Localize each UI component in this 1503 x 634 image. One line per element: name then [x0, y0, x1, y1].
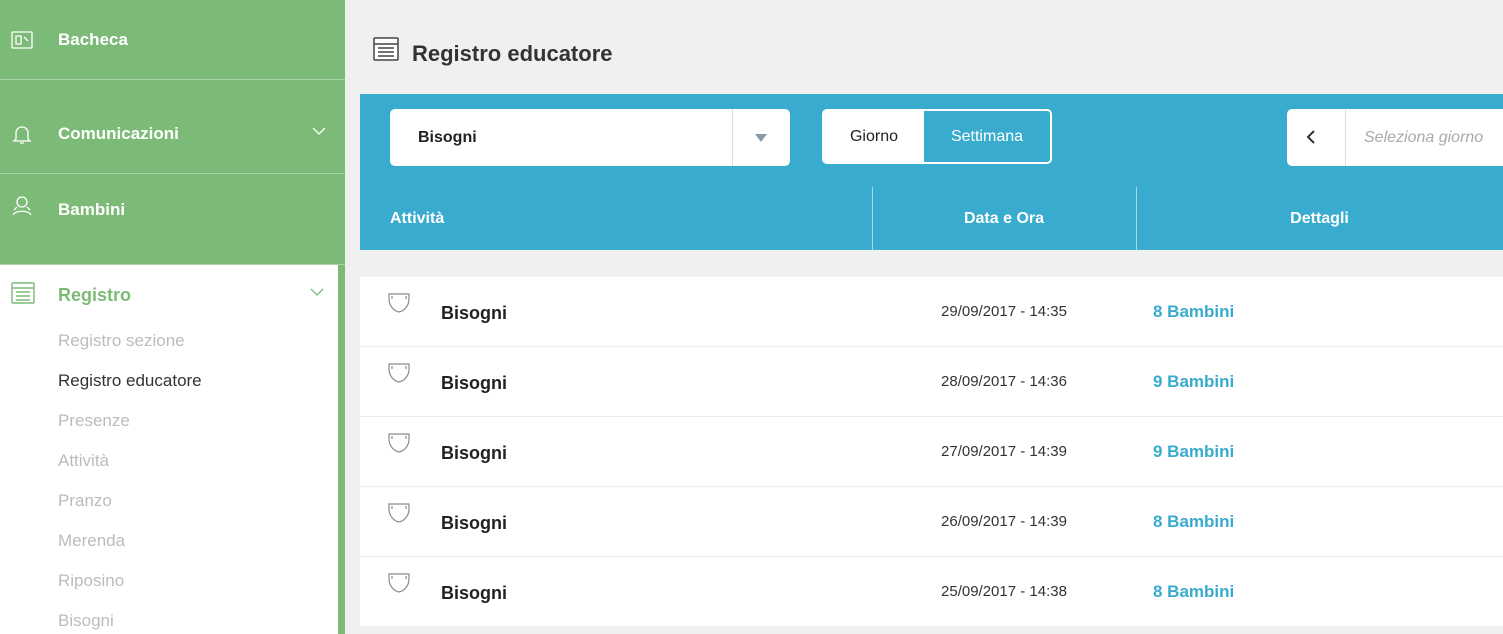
table-row[interactable]: Bisogni 27/09/2017 - 14:39 9 Bambini — [360, 417, 1503, 487]
date-picker-input[interactable]: Seleziona giorno — [1364, 109, 1503, 166]
period-toggle: Giorno Settimana — [822, 109, 1052, 164]
row-datetime: 25/09/2017 - 14:38 — [941, 583, 1067, 600]
row-activity: Bisogni — [441, 583, 507, 603]
diaper-icon — [388, 573, 410, 593]
sidebar-item-label: Bambini — [58, 200, 126, 219]
chevron-down-icon[interactable] — [312, 126, 326, 136]
board-icon — [11, 31, 33, 49]
table-body: Bisogni 29/09/2017 - 14:35 8 Bambini Bis… — [360, 277, 1503, 634]
submenu-link-registro-sezione[interactable]: Registro sezione — [58, 331, 185, 351]
submenu-link-presenze[interactable]: Presenze — [58, 411, 130, 431]
row-details-link[interactable]: 9 Bambini — [1153, 347, 1234, 417]
row-datetime: 28/09/2017 - 14:36 — [941, 373, 1067, 390]
row-activity: Bisogni — [441, 513, 507, 533]
sidebar: Bacheca Comunicazioni Bambini Registro R… — [0, 0, 345, 634]
toggle-option-settimana[interactable]: Settimana — [924, 111, 1050, 162]
submenu-link-riposino[interactable]: Riposino — [58, 571, 124, 591]
row-activity: Bisogni — [441, 303, 507, 323]
row-activity: Bisogni — [441, 373, 507, 393]
chevron-left-icon[interactable] — [1305, 129, 1317, 145]
register-icon — [373, 37, 399, 61]
row-activity: Bisogni — [441, 443, 507, 463]
chevron-down-icon[interactable] — [310, 287, 324, 297]
table-row[interactable]: Bisogni 25/09/2017 - 14:38 8 Bambini — [360, 557, 1503, 627]
main-content: Registro educatore Bisogni Giorno Settim… — [345, 0, 1503, 634]
sidebar-item-label: Comunicazioni — [58, 124, 179, 143]
sidebar-item-bacheca[interactable]: Bacheca — [0, 0, 345, 80]
sidebar-item-bambini[interactable]: Bambini — [0, 174, 345, 265]
submenu-link-pranzo[interactable]: Pranzo — [58, 491, 112, 511]
register-icon — [11, 282, 35, 304]
sidebar-submenu-registro: Registro Registro sezione Registro educa… — [0, 265, 343, 634]
row-details-link[interactable]: 8 Bambini — [1153, 487, 1234, 557]
select-divider — [732, 109, 733, 166]
column-header-data-ora: Data e Ora — [963, 210, 1045, 227]
submenu-link-attivita[interactable]: Attività — [58, 451, 109, 471]
diaper-icon — [388, 503, 410, 523]
submenu-link-registro-educatore[interactable]: Registro educatore — [58, 371, 202, 391]
toggle-option-giorno[interactable]: Giorno — [824, 111, 924, 162]
diaper-icon — [388, 433, 410, 453]
activity-filter-select[interactable]: Bisogni — [390, 109, 790, 166]
children-icon — [12, 196, 32, 216]
column-header-attivita: Attività — [390, 210, 445, 227]
row-details-link[interactable]: 8 Bambini — [1153, 277, 1234, 347]
activity-filter-value: Bisogni — [418, 129, 477, 146]
date-picker: Seleziona giorno — [1287, 109, 1503, 166]
diaper-icon — [388, 363, 410, 383]
table-row[interactable]: Bisogni 26/09/2017 - 14:39 8 Bambini — [360, 487, 1503, 557]
row-details-link[interactable]: 9 Bambini — [1153, 417, 1234, 487]
table-row[interactable]: Bisogni 29/09/2017 - 14:35 8 Bambini — [360, 277, 1503, 347]
table-toolbar: Bisogni Giorno Settimana Seleziona giorn… — [360, 94, 1503, 250]
date-picker-divider — [1345, 109, 1346, 166]
table-header: Attività Data e Ora Dettagli — [360, 187, 1503, 250]
submenu-link-merenda[interactable]: Merenda — [58, 531, 125, 551]
submenu-link-bisogni[interactable]: Bisogni — [58, 611, 114, 631]
page-title: Registro educatore — [412, 41, 613, 66]
row-datetime: 29/09/2017 - 14:35 — [941, 303, 1067, 320]
bell-icon — [12, 126, 32, 144]
caret-down-icon[interactable] — [754, 133, 768, 143]
column-header-dettagli: Dettagli — [1290, 210, 1349, 227]
sidebar-item-registro[interactable]: Registro — [58, 285, 131, 306]
diaper-icon — [388, 293, 410, 313]
sidebar-item-label: Bacheca — [58, 30, 128, 49]
row-datetime: 27/09/2017 - 14:39 — [941, 443, 1067, 460]
sidebar-item-comunicazioni[interactable]: Comunicazioni — [0, 94, 345, 174]
table-row[interactable]: Bisogni 28/09/2017 - 14:36 9 Bambini — [360, 347, 1503, 417]
row-datetime: 26/09/2017 - 14:39 — [941, 513, 1067, 530]
row-details-link[interactable]: 8 Bambini — [1153, 557, 1234, 627]
